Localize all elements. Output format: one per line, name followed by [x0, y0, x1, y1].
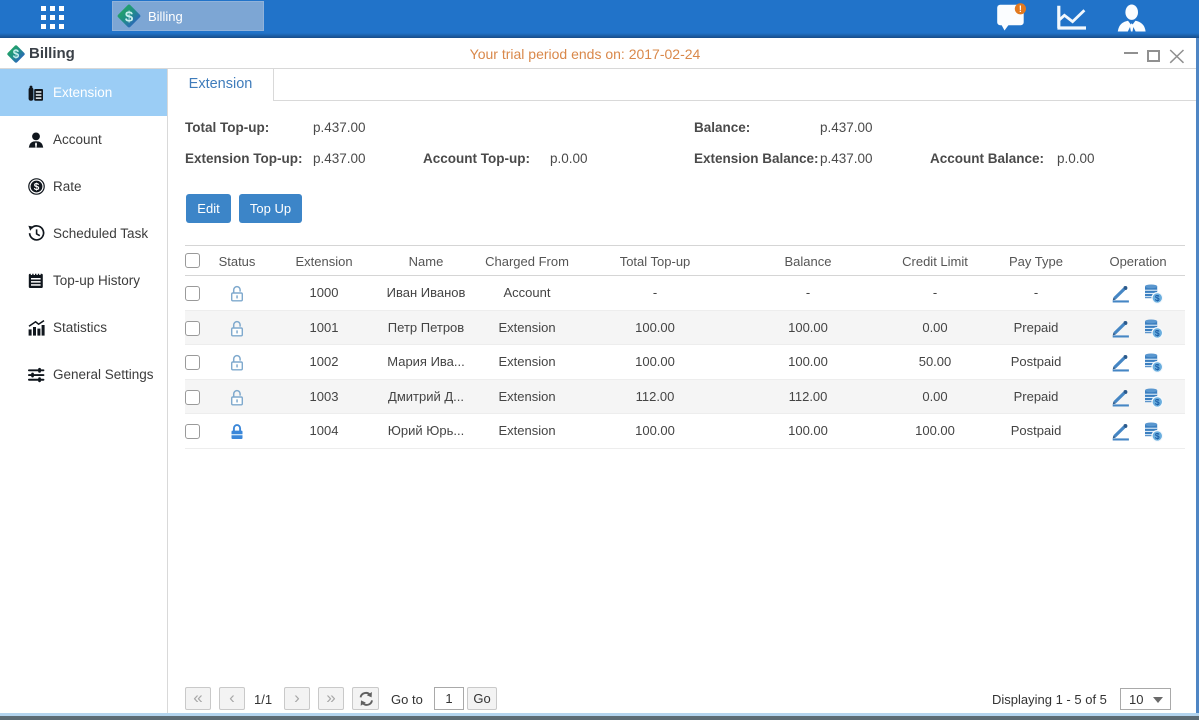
svg-text:$: $: [1155, 362, 1160, 372]
svg-text:$: $: [1155, 293, 1160, 303]
svg-text:$: $: [1155, 431, 1160, 441]
svg-text:$: $: [13, 49, 20, 61]
svg-text:!: !: [1019, 4, 1022, 14]
svg-text:$: $: [34, 182, 40, 193]
svg-text:$: $: [1155, 327, 1160, 337]
svg-text:$: $: [125, 8, 134, 25]
svg-text:$: $: [1155, 397, 1160, 407]
